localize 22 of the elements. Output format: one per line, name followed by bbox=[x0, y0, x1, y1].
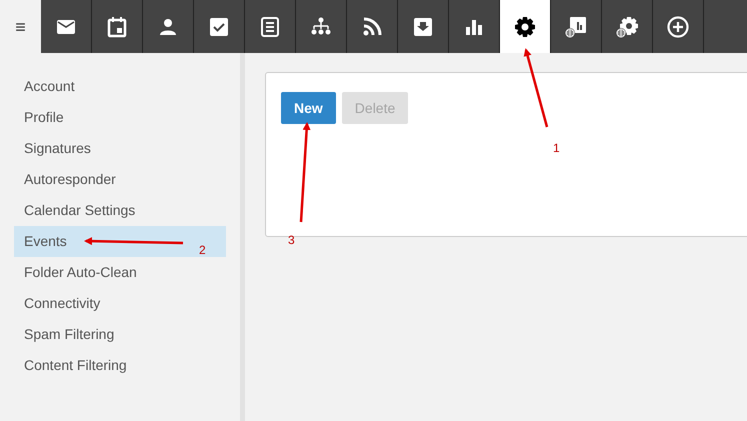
sidebar-item[interactable]: Connectivity bbox=[14, 288, 226, 319]
settings-icon bbox=[513, 14, 537, 38]
chart-globe-icon bbox=[564, 14, 588, 38]
plus-circle-icon bbox=[666, 14, 690, 38]
sidebar-item[interactable]: Profile bbox=[14, 102, 226, 133]
sidebar-item[interactable]: Folder Auto-Clean bbox=[14, 257, 226, 288]
toolbar-background bbox=[704, 0, 747, 53]
toolbar-tab[interactable] bbox=[500, 0, 551, 53]
sidebar-item[interactable]: Account bbox=[14, 71, 226, 102]
gear-globe-icon bbox=[615, 14, 639, 38]
annotation-number: 3 bbox=[288, 234, 295, 246]
new-button[interactable]: New bbox=[281, 92, 336, 124]
annotation-number: 1 bbox=[553, 142, 560, 154]
sidebar-item[interactable]: Calendar Settings bbox=[14, 195, 226, 226]
calendar-icon bbox=[105, 14, 129, 38]
sidebar-item[interactable]: Content Filtering bbox=[14, 350, 226, 381]
annotation-number: 2 bbox=[199, 244, 206, 256]
sidebar-item[interactable]: Spam Filtering bbox=[14, 319, 226, 350]
sidebar-item[interactable]: Autoresponder bbox=[14, 164, 226, 195]
menu-icon[interactable]: ≡ bbox=[15, 18, 26, 36]
sidebar-item[interactable]: Signatures bbox=[14, 133, 226, 164]
list-icon bbox=[258, 14, 282, 38]
